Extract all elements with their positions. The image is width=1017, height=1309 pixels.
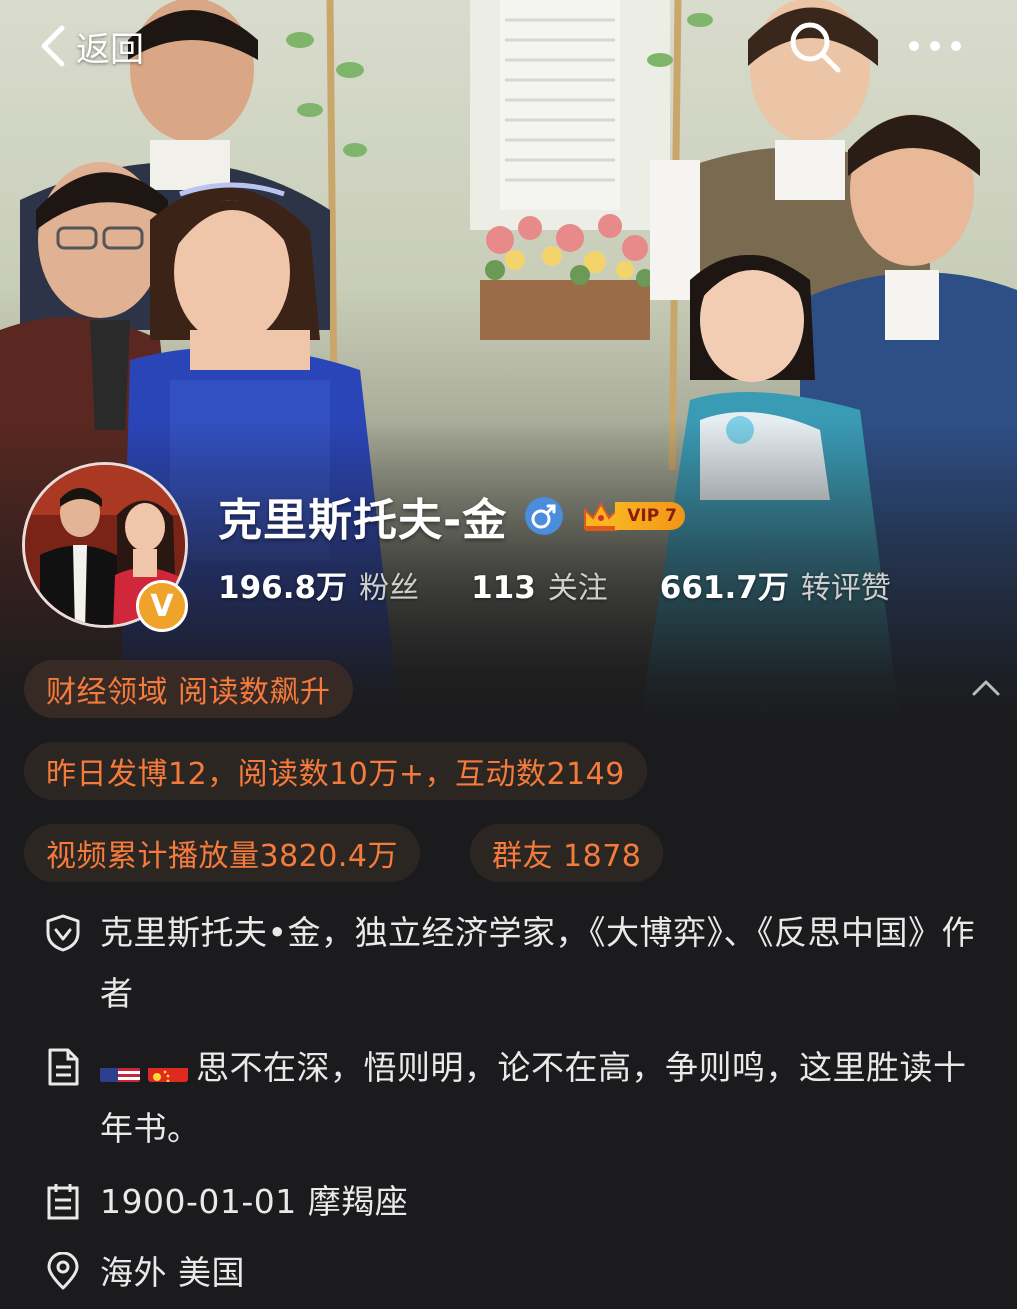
- chevron-up-icon: [972, 680, 1000, 696]
- domain-chip[interactable]: 财经领域 阅读数飙升: [24, 660, 353, 718]
- video-plays-chip[interactable]: 视频累计播放量3820.4万: [24, 824, 420, 882]
- stat-following[interactable]: 113 关注: [471, 563, 608, 607]
- chevron-left-icon: [41, 25, 65, 67]
- stat-value: 196.8万: [218, 570, 348, 606]
- yesterday-stats-chip[interactable]: 昨日发博12，阅读数10万+，互动数2149: [24, 742, 647, 800]
- male-gender-icon: [525, 497, 564, 535]
- more-icon: [909, 41, 961, 51]
- vip-badge[interactable]: VIP 7: [581, 498, 685, 534]
- shield-verified-icon: [46, 914, 80, 952]
- stat-value: 661.7万: [659, 570, 789, 606]
- birthday-text: 1900-01-01 摩羯座: [100, 1182, 409, 1221]
- stat-followers[interactable]: 196.8万 粉丝: [218, 562, 419, 607]
- collapse-button[interactable]: [964, 668, 1008, 708]
- bio-text: 思不在深，悟则明，论不在高，争则鸣，这里胜读十年书。: [100, 1037, 980, 1159]
- stat-label: 转评赞: [800, 571, 891, 606]
- more-button[interactable]: [900, 18, 970, 76]
- back-button[interactable]: 返回: [36, 18, 144, 74]
- document-icon: [48, 1048, 79, 1086]
- cn-flag-icon: [148, 1054, 188, 1082]
- us-flag-icon: [100, 1054, 140, 1082]
- name-row: 克里斯托夫-金 VIP 7: [218, 486, 685, 546]
- user-name: 克里斯托夫-金: [218, 495, 508, 546]
- stats-row: 196.8万 粉丝 113 关注 661.7万 转评赞: [218, 562, 943, 610]
- location-pin-icon: [47, 1252, 79, 1290]
- stat-label: 关注: [547, 571, 608, 606]
- back-label: 返回: [76, 29, 144, 70]
- location-text: 海外 美国: [100, 1253, 245, 1292]
- search-icon: [790, 22, 841, 73]
- stat-value: 113: [471, 570, 536, 606]
- verified-badge: V: [136, 580, 188, 632]
- stat-interactions[interactable]: 661.7万 转评赞: [660, 562, 891, 607]
- stat-label: 粉丝: [359, 571, 420, 606]
- calendar-icon: [47, 1184, 79, 1220]
- vip-label: VIP 7: [615, 502, 685, 530]
- bio-label: 思不在深，悟则明，论不在高，争则鸣，这里胜读十年书。: [100, 1048, 967, 1148]
- fan-group-chip[interactable]: 群友 1878: [470, 824, 664, 882]
- verification-text: 克里斯托夫•金，独立经济学家，《大博弈》、《反思中国》作者: [100, 913, 975, 1013]
- top-bar: 返回: [0, 0, 1017, 96]
- search-button[interactable]: [786, 18, 844, 76]
